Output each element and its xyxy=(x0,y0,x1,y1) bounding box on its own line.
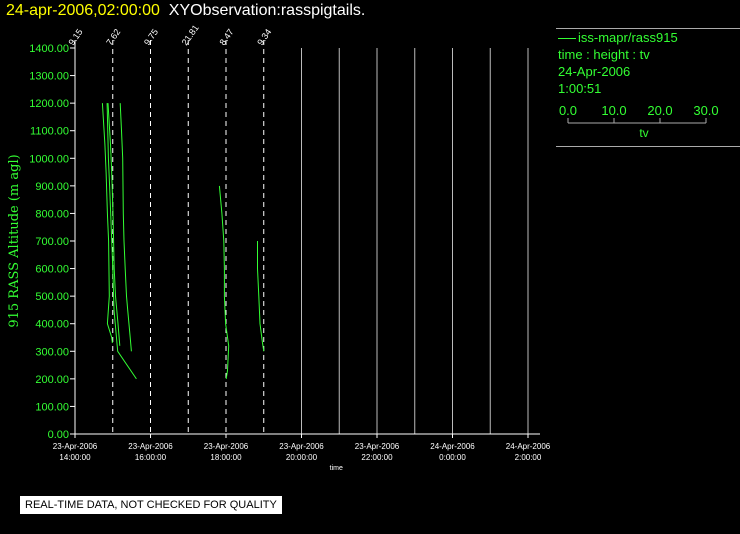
y-tick-label: 200.00 xyxy=(35,374,69,386)
x-tick-time: 18:00:00 xyxy=(210,453,242,462)
y-tick-label: 1100.00 xyxy=(30,126,69,138)
y-tick-label: 1000.00 xyxy=(29,153,69,165)
legend-scale-tick-label: 30.0 xyxy=(693,103,718,118)
x-tick-time: 20:00:00 xyxy=(286,453,318,462)
x-tick-date: 23-Apr-2006 xyxy=(279,442,324,451)
series-line xyxy=(119,103,132,352)
profile-label: 21.81 xyxy=(180,23,201,47)
y-tick-label: 1200.00 xyxy=(29,98,69,110)
y-tick-label: 1400.00 xyxy=(29,43,69,55)
legend-time: 1:00:51 xyxy=(558,81,602,96)
x-tick-time: 0:00:00 xyxy=(439,453,466,462)
x-axis-label: time xyxy=(330,465,343,472)
profile-label: 7.62 xyxy=(104,27,122,47)
x-tick-date: 24-Apr-2006 xyxy=(430,442,475,451)
legend-scale-tick-label: 10.0 xyxy=(601,103,626,118)
y-tick-label: 1300.00 xyxy=(29,71,69,83)
x-tick-time: 16:00:00 xyxy=(135,453,167,462)
profile-label: 8.47 xyxy=(217,27,235,47)
x-tick-date: 23-Apr-2006 xyxy=(355,442,400,451)
y-tick-label: 600.00 xyxy=(35,264,69,276)
series-line xyxy=(257,241,265,352)
quality-notice: REAL-TIME DATA, NOT CHECKED FOR QUALITY xyxy=(20,496,282,514)
x-tick-time: 22:00:00 xyxy=(361,453,393,462)
y-axis-label: 915 RASS Altitude (m agl) xyxy=(7,154,22,327)
y-tick-label: 300.00 xyxy=(35,346,69,358)
series-line xyxy=(218,185,230,379)
y-tick-label: 900.00 xyxy=(35,181,69,193)
y-tick-label: 400.00 xyxy=(35,319,69,331)
x-tick-time: 14:00:00 xyxy=(59,453,91,462)
y-tick-label: 0.00 xyxy=(48,429,69,441)
x-tick-time: 2:00:00 xyxy=(515,453,542,462)
y-tick-label: 800.00 xyxy=(35,208,69,220)
legend-station-text: iss-mapr/rass915 xyxy=(578,30,678,45)
profile-label: 9.34 xyxy=(255,27,273,47)
legend-date: 24-Apr-2006 xyxy=(558,64,631,79)
legend-scale-label: tv xyxy=(639,126,648,140)
y-tick-label: 500.00 xyxy=(35,291,69,303)
legend-line-swatch xyxy=(558,38,576,40)
profile-label: 9.75 xyxy=(142,27,160,47)
x-tick-date: 23-Apr-2006 xyxy=(128,442,173,451)
legend-station: iss-mapr/rass915 xyxy=(556,29,740,46)
x-tick-date: 23-Apr-2006 xyxy=(204,442,249,451)
y-tick-label: 100.00 xyxy=(35,401,69,413)
legend-bottom-rule xyxy=(556,146,740,147)
profile-label: 9.15 xyxy=(66,27,84,47)
x-tick-date: 23-Apr-2006 xyxy=(53,442,98,451)
x-tick-date: 24-Apr-2006 xyxy=(506,442,551,451)
legend-axes: time : height : tv xyxy=(558,47,650,62)
legend-scale-tick-label: 20.0 xyxy=(647,103,672,118)
legend-tv-scale: 0.0 10.0 20.0 30.0 tv xyxy=(559,103,719,140)
legend-scale-tick-label: 0.0 xyxy=(559,103,577,118)
legend: iss-mapr/rass915 time : height : tv 24-A… xyxy=(556,28,740,147)
y-tick-label: 700.00 xyxy=(35,236,69,248)
